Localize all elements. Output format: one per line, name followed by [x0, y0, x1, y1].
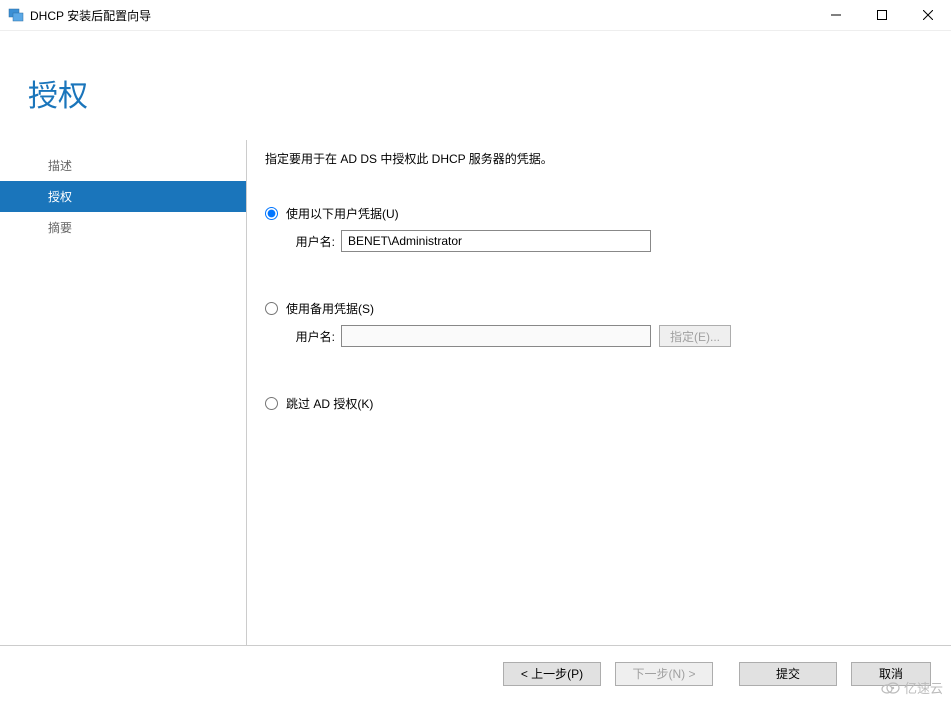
header-section: 授权	[0, 31, 951, 140]
radio-alternate-credentials[interactable]	[265, 302, 278, 315]
cancel-button[interactable]: 取消	[851, 662, 931, 686]
radio-skip-authorization[interactable]	[265, 397, 278, 410]
commit-button[interactable]: 提交	[739, 662, 837, 686]
page-title: 授权	[28, 71, 951, 115]
titlebar: DHCP 安装后配置向导	[0, 0, 951, 30]
field-row-current-username: 用户名:	[265, 230, 923, 252]
radio-label-current: 使用以下用户凭据(U)	[286, 205, 399, 222]
window-title: DHCP 安装后配置向导	[30, 7, 813, 24]
minimize-button[interactable]	[813, 0, 859, 30]
input-alternate-username	[341, 325, 651, 347]
radio-label-skip: 跳过 AD 授权(K)	[286, 395, 373, 412]
radio-current-credentials[interactable]	[265, 207, 278, 220]
option-current-credentials[interactable]: 使用以下用户凭据(U)	[265, 205, 923, 222]
sidebar-item-authorize[interactable]: 授权	[0, 181, 246, 212]
right-panel: 指定要用于在 AD DS 中授权此 DHCP 服务器的凭据。 使用以下用户凭据(…	[246, 140, 951, 645]
option-skip-authorization[interactable]: 跳过 AD 授权(K)	[265, 395, 923, 412]
sidebar: 描述 授权 摘要	[0, 140, 246, 645]
previous-button[interactable]: < 上一步(P)	[503, 662, 601, 686]
content-area: 授权 描述 授权 摘要 指定要用于在 AD DS 中授权此 DHCP 服务器的凭…	[0, 30, 951, 701]
specify-button: 指定(E)...	[659, 325, 731, 347]
sidebar-item-summary[interactable]: 摘要	[0, 212, 246, 243]
main-section: 描述 授权 摘要 指定要用于在 AD DS 中授权此 DHCP 服务器的凭据。 …	[0, 140, 951, 645]
input-current-username	[341, 230, 651, 252]
option-alternate-credentials[interactable]: 使用备用凭据(S)	[265, 300, 923, 317]
window-controls	[813, 0, 951, 30]
footer: < 上一步(P) 下一步(N) > 提交 取消	[0, 645, 951, 701]
sidebar-item-description[interactable]: 描述	[0, 150, 246, 181]
field-label-username2: 用户名:	[289, 328, 335, 345]
maximize-button[interactable]	[859, 0, 905, 30]
next-button: 下一步(N) >	[615, 662, 713, 686]
app-icon	[8, 7, 24, 23]
close-button[interactable]	[905, 0, 951, 30]
field-label-username1: 用户名:	[289, 233, 335, 250]
field-row-alternate-username: 用户名: 指定(E)...	[265, 325, 923, 347]
radio-label-alternate: 使用备用凭据(S)	[286, 300, 374, 317]
instruction-text: 指定要用于在 AD DS 中授权此 DHCP 服务器的凭据。	[265, 150, 923, 167]
